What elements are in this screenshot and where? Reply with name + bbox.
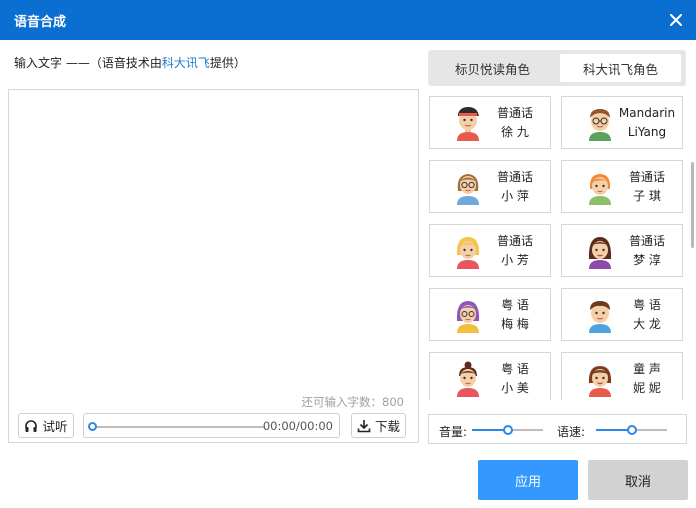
voice-name: 粤 语大 龙 xyxy=(616,296,678,334)
listen-button[interactable]: 试听 xyxy=(18,413,74,438)
voice-card[interactable]: 普通话小 芳 xyxy=(429,224,551,277)
voice-card[interactable]: 粤 语小 美 xyxy=(429,352,551,400)
headphones-icon xyxy=(25,419,38,432)
voice-list-scrollbar[interactable] xyxy=(691,162,694,248)
voice-card[interactable]: 粤 语大 龙 xyxy=(561,288,683,341)
input-label-suffix: 提供） xyxy=(209,56,246,70)
speed-knob[interactable] xyxy=(627,425,637,435)
progress-track[interactable] xyxy=(93,426,264,428)
download-label: 下载 xyxy=(374,419,400,434)
voice-card[interactable]: 童 声妮 妮 xyxy=(561,352,683,400)
voice-name: 童 声妮 妮 xyxy=(616,360,678,398)
voice-person: 子 琪 xyxy=(633,189,661,203)
voice-name: Mandarin LiYang xyxy=(616,104,678,142)
download-icon xyxy=(357,419,371,432)
voice-person: 小 美 xyxy=(501,381,529,395)
voice-card[interactable]: 普通话徐 九 xyxy=(429,96,551,149)
voice-name: 普通话小 萍 xyxy=(484,168,546,206)
input-label: 输入文字 ——（语音技术由科大讯飞提供） xyxy=(14,54,246,71)
voice-card[interactable]: 普通话小 萍 xyxy=(429,160,551,213)
remaining-label: 还可输入字数： xyxy=(301,395,383,409)
input-label-prefix: 输入文字 ——（语音技术由 xyxy=(14,56,162,70)
title-bar: 语音合成 xyxy=(0,0,696,40)
voice-person: 小 萍 xyxy=(501,189,529,203)
window-title: 语音合成 xyxy=(14,15,67,30)
voice-person: 小 芳 xyxy=(501,253,529,267)
voice-type: 粤 语 xyxy=(633,298,661,312)
remaining-count: 还可输入字数：800 xyxy=(302,394,404,410)
apply-button[interactable]: 应用 xyxy=(478,460,578,500)
voice-type: 普通话 xyxy=(628,170,665,184)
voice-person: 梦 淳 xyxy=(633,253,661,267)
text-input[interactable] xyxy=(9,90,418,380)
voice-card[interactable]: 普通话梦 淳 xyxy=(561,224,683,277)
voice-name: 普通话小 芳 xyxy=(484,232,546,270)
speed-rest xyxy=(632,429,667,431)
audio-controls: 音量: 语速: xyxy=(428,414,687,444)
download-button[interactable]: 下载 xyxy=(351,413,406,438)
remaining-value: 800 xyxy=(382,395,404,409)
voice-person: LiYang xyxy=(627,125,667,139)
voice-card[interactable]: 粤 语梅 梅 xyxy=(429,288,551,341)
voice-name: 普通话梦 淳 xyxy=(616,232,678,270)
voice-type: 粤 语 xyxy=(501,362,529,376)
voice-type: 普通话 xyxy=(496,234,533,248)
play-time: 00:00/00:00 xyxy=(262,419,333,433)
voice-type: Mandarin xyxy=(618,106,676,120)
voice-person: 大 龙 xyxy=(633,317,661,331)
provider-link[interactable]: 科大讯飞 xyxy=(162,56,210,70)
boy-glasses-avatar-icon xyxy=(589,109,611,141)
voice-type: 普通话 xyxy=(496,170,533,184)
voice-type: 童 声 xyxy=(633,362,661,376)
tab-iflytek[interactable]: 科大讯飞角色 xyxy=(560,54,681,82)
progress-thumb[interactable] xyxy=(88,422,97,431)
speed-slider[interactable] xyxy=(596,425,667,435)
voice-list: 普通话徐 九 Mandarin LiYang 普通话小 萍 普通话 子 琪 普通… xyxy=(428,96,688,400)
voice-type: 普通话 xyxy=(496,106,533,120)
speed-label: 语速: xyxy=(557,425,586,439)
voice-person: 妮 妮 xyxy=(633,381,661,395)
voice-card[interactable]: 普通话子 琪 xyxy=(561,160,683,213)
voice-card[interactable]: Mandarin LiYang xyxy=(561,96,683,149)
boy-avatar-icon xyxy=(457,107,479,141)
voice-person: 徐 九 xyxy=(501,125,529,139)
listen-label: 试听 xyxy=(42,419,68,434)
voice-name: 粤 语小 美 xyxy=(484,360,546,398)
close-icon xyxy=(670,14,682,26)
blonde-girl-avatar-icon xyxy=(456,237,480,269)
girl-glasses-avatar-icon xyxy=(457,174,479,205)
voice-person: 梅 梅 xyxy=(501,317,529,331)
close-button[interactable] xyxy=(664,8,688,32)
dark-hair-girl-avatar-icon xyxy=(588,237,612,269)
man-avatar-icon xyxy=(589,301,611,333)
audio-player: 00:00/00:00 xyxy=(83,413,340,438)
voice-type: 粤 语 xyxy=(501,298,529,312)
text-input-panel: 还可输入字数：800 试听 00:00/00:00 下载 xyxy=(8,89,419,443)
voice-name: 普通话徐 九 xyxy=(484,104,546,142)
purple-hair-avatar-icon xyxy=(456,301,480,333)
voice-name: 粤 语梅 梅 xyxy=(484,296,546,334)
voice-type: 普通话 xyxy=(628,234,665,248)
child-avatar-icon xyxy=(588,366,612,397)
volume-rest xyxy=(508,429,543,431)
bun-girl-avatar-icon xyxy=(457,361,479,397)
volume-knob[interactable] xyxy=(503,425,513,435)
girl-avatar-icon xyxy=(589,174,611,205)
tab-biaobei[interactable]: 标贝悦读角色 xyxy=(432,54,553,82)
voice-name: 普通话子 琪 xyxy=(616,168,678,206)
volume-slider[interactable] xyxy=(472,425,543,435)
voice-provider-tabs: 标贝悦读角色 科大讯飞角色 xyxy=(428,50,686,86)
volume-label: 音量: xyxy=(439,425,468,439)
cancel-button[interactable]: 取消 xyxy=(588,460,688,500)
